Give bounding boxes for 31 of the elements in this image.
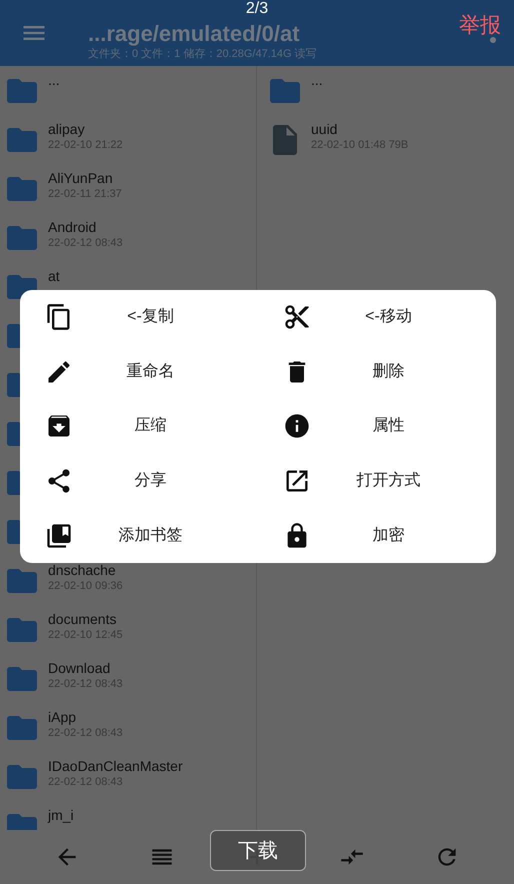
file-name[interactable]: alipay: [48, 121, 123, 138]
storage-info: 文件夹：0 文件：1 储存：20.28G/47.14G 读写: [88, 48, 317, 62]
info-icon: [283, 412, 311, 440]
report-link[interactable]: 举报: [459, 10, 501, 42]
action-option[interactable]: 删除: [311, 360, 496, 384]
action-option[interactable]: <-移动: [311, 305, 496, 330]
file-name[interactable]: ...: [48, 72, 60, 89]
file-name[interactable]: IDaoDanCleanMaster: [48, 758, 183, 775]
file-name[interactable]: at: [48, 268, 60, 285]
file-name[interactable]: Android: [48, 219, 123, 236]
file-name[interactable]: iApp: [48, 709, 123, 726]
file-name[interactable]: ...: [311, 72, 323, 89]
file-name[interactable]: AliYunPan: [48, 170, 122, 187]
action-option[interactable]: 分享: [73, 469, 258, 494]
page-counter: 2/3: [246, 0, 268, 18]
action-option[interactable]: 打开方式: [311, 469, 496, 494]
file-name[interactable]: Download: [48, 660, 123, 677]
download-toast[interactable]: 下载: [210, 830, 306, 871]
file-name[interactable]: uuid: [311, 121, 408, 138]
file-name[interactable]: jm_i: [48, 807, 74, 824]
file-name[interactable]: dnschache: [48, 562, 123, 579]
action-option[interactable]: 重命名: [73, 360, 258, 384]
file-name[interactable]: documents: [48, 611, 123, 628]
scissors-icon: [283, 303, 311, 332]
action-option[interactable]: <-复制: [73, 305, 258, 330]
bookmark-icon: [45, 522, 73, 550]
path-title: ...rage/emulated/0/at: [88, 20, 301, 48]
action-option[interactable]: 属性: [311, 414, 496, 438]
action-option[interactable]: 加密: [311, 524, 496, 548]
action-option[interactable]: 压缩: [73, 414, 258, 438]
action-option[interactable]: 添加书签: [73, 524, 258, 548]
